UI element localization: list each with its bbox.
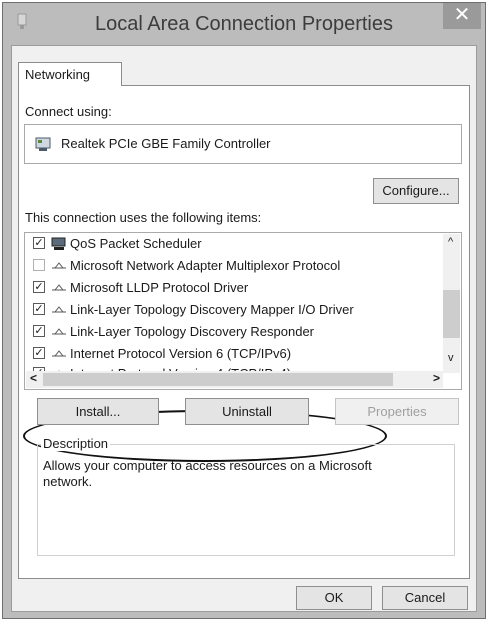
- tab-networking[interactable]: Networking: [18, 62, 122, 86]
- title-bar[interactable]: Local Area Connection Properties ✕: [3, 3, 485, 45]
- list-item-qos-packet-scheduler[interactable]: ✓ QoS Packet Scheduler: [33, 235, 202, 257]
- scroll-down-arrow-icon[interactable]: v: [448, 352, 454, 364]
- dialog-body: Networking Connect using: Realtek PCIe G…: [11, 45, 477, 612]
- scroll-right-arrow-icon[interactable]: >: [433, 371, 440, 385]
- list-item-lltd-responder[interactable]: ✓ Link-Layer Topology Discovery Responder: [33, 323, 314, 345]
- list-item-lldp-protocol-driver[interactable]: ✓ Microsoft LLDP Protocol Driver: [33, 279, 248, 301]
- item-label: Microsoft LLDP Protocol Driver: [70, 280, 249, 296]
- protocol-icon: [52, 283, 66, 291]
- item-checkbox[interactable]: ✓: [33, 302, 45, 315]
- window-title: Local Area Connection Properties: [95, 13, 393, 35]
- item-checkbox[interactable]: ✓: [33, 324, 45, 337]
- scroll-up-arrow-icon[interactable]: ^: [448, 236, 453, 248]
- item-label: Internet Protocol Version 6 (TCP/IPv6): [70, 346, 292, 362]
- horizontal-scroll-thumb[interactable]: [43, 373, 393, 386]
- list-item-multiplexor-protocol[interactable]: Microsoft Network Adapter Multiplexor Pr…: [33, 257, 340, 279]
- networking-panel: Connect using: Realtek PCIe GBE Family C…: [18, 85, 470, 579]
- cancel-button[interactable]: Cancel: [382, 586, 468, 610]
- network-card-icon: [35, 137, 51, 151]
- item-label: Link-Layer Topology Discovery Mapper I/O…: [70, 302, 354, 318]
- protocol-icon: [52, 261, 66, 269]
- protocol-icon: [52, 327, 66, 335]
- protocol-icon: [52, 349, 66, 357]
- install-button[interactable]: Install...: [37, 398, 159, 425]
- scroll-left-arrow-icon[interactable]: <: [30, 371, 37, 385]
- uninstall-button[interactable]: Uninstall: [185, 398, 309, 425]
- item-checkbox[interactable]: ✓: [33, 346, 45, 359]
- vertical-scroll-thumb[interactable]: [443, 290, 460, 338]
- items-label: This connection uses the following items…: [25, 210, 262, 225]
- properties-button[interactable]: Properties: [335, 398, 459, 425]
- description-text: Allows your computer to access resources…: [43, 458, 372, 489]
- close-button[interactable]: ✕: [443, 3, 481, 29]
- items-list[interactable]: ✓ QoS Packet Scheduler Microsoft Network …: [24, 232, 462, 390]
- vertical-scrollbar[interactable]: ^ v: [443, 234, 460, 373]
- list-item-ipv6[interactable]: ✓ Internet Protocol Version 6 (TCP/IPv6): [33, 345, 291, 367]
- adapter-box: Realtek PCIe GBE Family Controller: [24, 124, 462, 164]
- item-label: Microsoft Network Adapter Multiplexor Pr…: [70, 258, 341, 274]
- qos-icon: [51, 237, 66, 250]
- item-label: Link-Layer Topology Discovery Responder: [70, 324, 314, 340]
- connect-using-label: Connect using:: [25, 104, 112, 119]
- item-label: QoS Packet Scheduler: [70, 236, 202, 252]
- item-checkbox[interactable]: ✓: [33, 280, 45, 293]
- item-checkbox[interactable]: [33, 258, 45, 271]
- ok-button[interactable]: OK: [296, 586, 372, 610]
- configure-button[interactable]: Configure...: [373, 178, 459, 204]
- horizontal-scrollbar[interactable]: < >: [26, 371, 443, 388]
- list-item-lltd-mapper[interactable]: ✓ Link-Layer Topology Discovery Mapper I/…: [33, 301, 354, 323]
- description-label: Description: [41, 436, 111, 451]
- protocol-icon: [52, 305, 66, 313]
- properties-window: Local Area Connection Properties ✕ Netwo…: [2, 2, 486, 619]
- adapter-name: Realtek PCIe GBE Family Controller: [61, 136, 271, 151]
- item-checkbox[interactable]: ✓: [33, 236, 45, 249]
